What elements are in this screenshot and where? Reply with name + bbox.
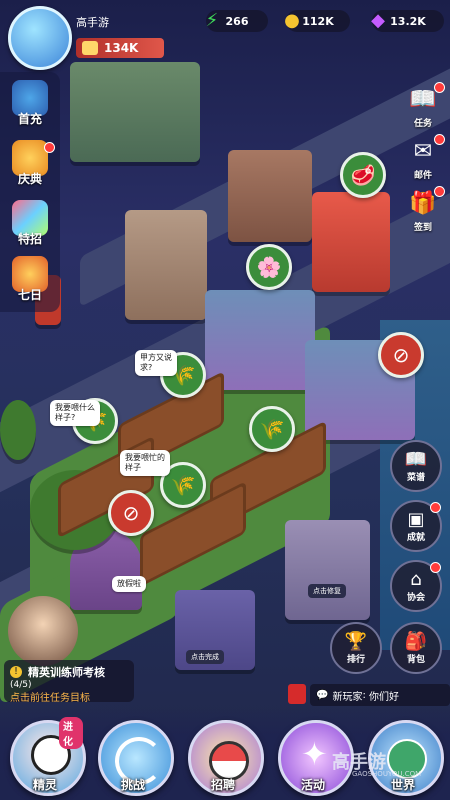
player-avatar[interactable] (8, 6, 72, 70)
watermark-site: GAOSHOUYOU.COM (352, 770, 422, 778)
power-badge: 134K (76, 38, 164, 58)
menu-checkin[interactable]: 🎁 签到 (400, 186, 446, 233)
speech-note: 我要喂什么 样子? (50, 400, 100, 426)
capture-ball-icon (209, 741, 249, 781)
old-house[interactable] (125, 210, 207, 320)
chat-speaker: 新玩家 (332, 691, 363, 703)
menu-special-recruit[interactable]: 特招 (6, 200, 54, 247)
quest-title: 精英训练师考核 (28, 666, 105, 679)
button-label: 排行 (346, 655, 365, 665)
wheat-harvest-icon[interactable]: 🌾 (249, 406, 295, 452)
gems-counter[interactable]: ◆ 13.2K (371, 10, 444, 32)
recipes-button[interactable]: 📖 菜谱 (390, 440, 442, 492)
alert-icon: ! (10, 666, 22, 678)
repair-building[interactable] (285, 520, 370, 620)
chat-text: 你们好 (369, 691, 400, 703)
notification-dot (430, 562, 441, 573)
menu-label: 特招 (17, 232, 42, 246)
menu-label: 七日 (17, 288, 42, 302)
coins-value: 112K (302, 14, 334, 28)
button-label: 背包 (406, 655, 425, 665)
button-label: 成就 (406, 533, 425, 543)
menu-label: 邮件 (413, 171, 432, 181)
menu-label: 任务 (413, 119, 432, 129)
lightning-icon: ⚡ (205, 9, 219, 31)
speech-note: 放假啦 (112, 576, 146, 592)
button-label: 菜谱 (406, 473, 425, 483)
menu-seven-day[interactable]: 七日 (6, 256, 54, 303)
power-value: 134K (104, 41, 139, 55)
chat-bar[interactable]: 💬 新玩家 : 你们好 (310, 684, 450, 706)
notification-dot (44, 142, 55, 153)
backpack-button[interactable]: 🎒 背包 (390, 622, 442, 674)
notification-dot (434, 134, 445, 145)
flower-harvest-icon[interactable]: 🌸 (246, 244, 292, 290)
quest-tracker[interactable]: ! 精英训练师考核 (4/5) 点击前往任务目标 (4, 660, 134, 704)
menu-label: 签到 (413, 223, 432, 233)
button-label: 协会 (406, 593, 425, 603)
energy-counter[interactable]: ⚡ 266 (206, 10, 268, 32)
menu-mail[interactable]: ✉ 邮件 (400, 134, 446, 181)
gems-value: 13.2K (390, 14, 426, 28)
nav-label: 挑战 (120, 778, 145, 792)
coins-counter[interactable]: ● 112K (284, 10, 350, 32)
guide-character (8, 596, 78, 666)
complete-tag[interactable]: 点击完成 (186, 650, 224, 664)
no-service-icon[interactable]: ⊘ (108, 490, 154, 536)
ranking-button[interactable]: 🏆 排行 (330, 622, 382, 674)
repair-tag[interactable]: 点击修复 (308, 584, 346, 598)
power-icon (82, 41, 98, 55)
speech-note: 我要喂忙的 样子 (120, 450, 170, 476)
meat-harvest-icon[interactable]: 🥩 (340, 152, 386, 198)
menu-tasks[interactable]: 📖 任务 (400, 82, 446, 129)
no-service-icon[interactable]: ⊘ (378, 332, 424, 378)
chat-icon: 💬 (316, 689, 329, 701)
quest-link[interactable]: 点击前往任务目标 (10, 689, 90, 704)
menu-celebration[interactable]: 庆典 (6, 140, 55, 187)
notification-dot (434, 186, 445, 197)
guild-button[interactable]: ⌂ 协会 (390, 560, 442, 612)
menu-first-recharge[interactable]: 首充 (6, 80, 54, 127)
menu-label: 首充 (17, 112, 42, 126)
tree (0, 400, 36, 460)
nav-label: 活动 (300, 778, 325, 792)
nav-label: 世界 (390, 778, 415, 792)
red-envelope-icon[interactable] (288, 684, 306, 704)
sparkle-icon: ✦ (301, 735, 328, 773)
butcher-shop[interactable] (312, 192, 390, 292)
gem-icon: ◆ (371, 9, 385, 31)
menu-label: 庆典 (17, 172, 42, 186)
speech-note: 甲方又说 求? (135, 350, 177, 376)
notification-dot (434, 82, 445, 93)
energy-value: 266 (225, 14, 249, 28)
evolve-badge: 进化 (59, 717, 83, 749)
nav-label: 招聘 (210, 778, 235, 792)
coin-icon: ● (284, 9, 300, 31)
player-name: 高手游 (76, 16, 109, 29)
workshop-building[interactable] (228, 150, 312, 242)
nav-label: 精灵 (32, 778, 57, 792)
notification-dot (430, 502, 441, 513)
ruined-building[interactable] (70, 62, 200, 162)
achievements-button[interactable]: ▣ 成就 (390, 500, 442, 552)
